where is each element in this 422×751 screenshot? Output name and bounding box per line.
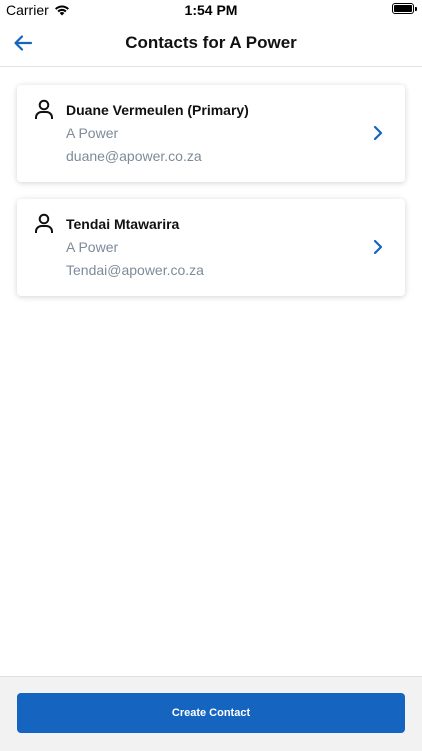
contact-email: duane@apower.co.za — [66, 148, 202, 164]
contact-company: A Power — [66, 125, 119, 141]
contact-card[interactable]: Duane Vermeulen (Primary) A Power duane@… — [17, 85, 405, 182]
status-time: 1:54 PM — [184, 2, 238, 18]
navigation-bar: Contacts for A Power — [0, 20, 422, 67]
contact-email: Tendai@apower.co.za — [66, 262, 204, 278]
status-bar: Carrier 1:54 PM — [0, 0, 422, 20]
status-right — [392, 3, 417, 14]
contact-card[interactable]: Tendai Mtawarira A Power Tendai@apower.c… — [17, 199, 405, 296]
contact-name: Duane Vermeulen (Primary) — [66, 102, 249, 118]
create-contact-button[interactable]: Create Contact — [17, 693, 405, 733]
contacts-list: Duane Vermeulen (Primary) A Power duane@… — [0, 67, 422, 676]
chevron-right-icon — [373, 125, 383, 141]
contact-name: Tendai Mtawarira — [66, 216, 180, 232]
battery-icon — [392, 3, 417, 14]
contact-company: A Power — [66, 239, 119, 255]
footer: Create Contact — [0, 676, 422, 751]
person-icon — [35, 99, 53, 119]
chevron-right-icon — [373, 239, 383, 255]
page-title: Contacts for A Power — [125, 33, 297, 52]
person-icon — [35, 213, 53, 233]
